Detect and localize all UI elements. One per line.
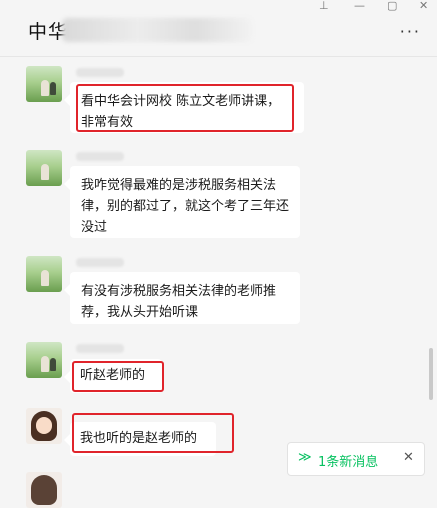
message-text: 有没有涉税服务相关法律的老师推荐，我从头开始听课 [81, 284, 277, 320]
tree-avatar[interactable] [26, 150, 62, 186]
tree-avatar[interactable] [26, 256, 62, 292]
minimize-button[interactable]: — [354, 0, 365, 12]
girl-cartoon-avatar[interactable] [26, 408, 62, 444]
message-bubble[interactable]: 我也听的是赵老师的 [64, 422, 216, 456]
avatar-figure [50, 358, 56, 371]
message-text: 我也听的是赵老师的 [80, 431, 198, 446]
message-bubble[interactable]: 听赵老师的 [64, 359, 162, 393]
scrollbar[interactable] [429, 348, 433, 400]
message-text: 听赵老师的 [80, 368, 146, 383]
double-chevron-down-icon: ≫ [298, 450, 312, 465]
sender-name-blurred [76, 258, 124, 267]
new-message-notice[interactable]: ≫ 1条新消息 ✕ [287, 442, 425, 476]
sender-name-blurred [76, 152, 124, 161]
new-message-label[interactable]: 1条新消息 [318, 451, 378, 470]
avatar-hair [31, 475, 57, 505]
girl-cartoon-avatar[interactable] [26, 472, 62, 508]
avatar-figure [41, 164, 49, 180]
avatar-face [36, 417, 52, 434]
avatar-figure [41, 80, 49, 96]
title-bar: 中华 ⊥ — ▢ ✕ ··· [0, 0, 437, 57]
message-text: 我咋觉得最难的是涉税服务相关法律，别的都过了，就这个考了三年还没过 [81, 178, 290, 235]
message-text: 看中华会计网校 陈立文老师讲课，非常有效 [81, 94, 281, 130]
avatar-figure [41, 356, 49, 372]
avatar-figure [50, 82, 56, 95]
message-bubble[interactable]: 我咋觉得最难的是涉税服务相关法律，别的都过了，就这个考了三年还没过 [64, 166, 300, 238]
tree-couple-avatar[interactable] [26, 342, 62, 378]
close-button[interactable]: ✕ [419, 0, 428, 12]
more-options-icon[interactable]: ··· [400, 22, 421, 41]
sender-name-blurred [76, 68, 124, 77]
close-notice-icon[interactable]: ✕ [403, 450, 414, 465]
message-bubble[interactable]: 看中华会计网校 陈立文老师讲课，非常有效 [64, 82, 304, 133]
message-bubble[interactable]: 有没有涉税服务相关法律的老师推荐，我从头开始听课 [64, 272, 300, 324]
blurred-title-text [62, 18, 252, 42]
maximize-button[interactable]: ▢ [387, 0, 397, 12]
sender-name-blurred [76, 344, 124, 353]
avatar-figure [41, 270, 49, 286]
pin-icon[interactable]: ⊥ [319, 0, 329, 12]
tree-couple-avatar[interactable] [26, 66, 62, 102]
